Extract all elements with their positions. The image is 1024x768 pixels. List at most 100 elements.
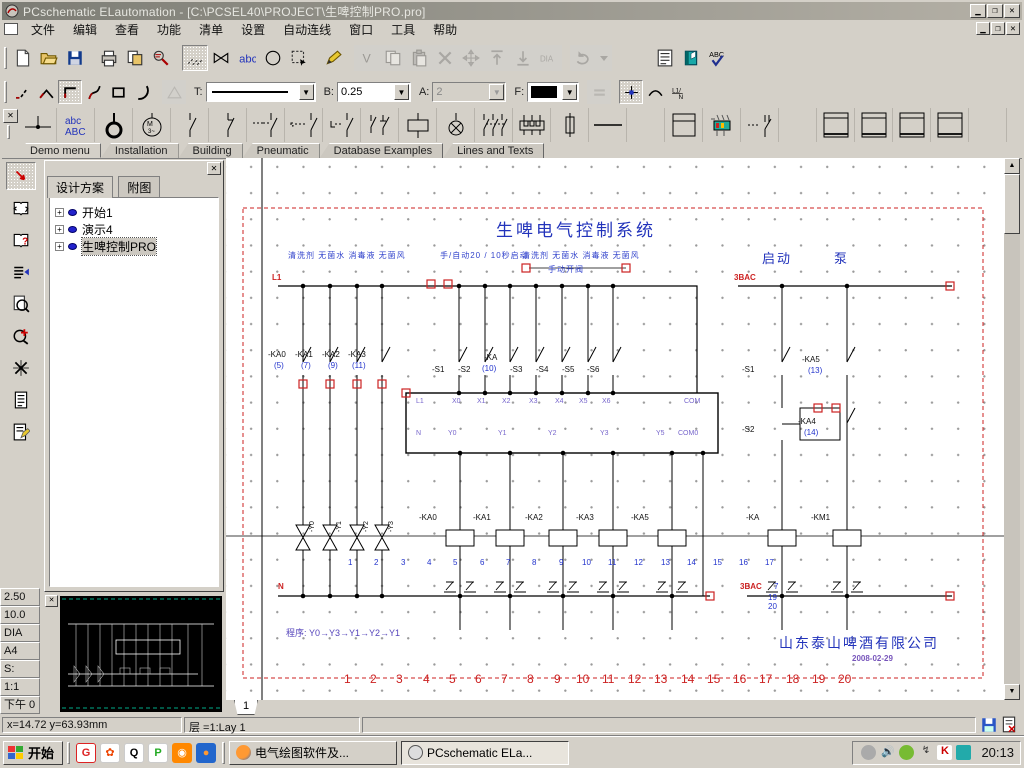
green-parrot-icon[interactable]: P <box>148 742 169 763</box>
vertical-scrollbar[interactable]: ▲ ▼ <box>1004 158 1020 700</box>
rectangle-button[interactable] <box>106 80 130 104</box>
grid-value[interactable]: 10.0 <box>0 606 40 624</box>
scale-value[interactable]: 1:1 <box>0 678 40 696</box>
save-status-icon[interactable] <box>980 716 998 734</box>
tab-building[interactable]: Building <box>178 143 243 158</box>
tab-database-examples[interactable]: Database Examples <box>319 143 444 158</box>
symbol-terminal-box-4[interactable] <box>931 108 969 142</box>
symbol-aux-contact[interactable] <box>741 108 779 142</box>
help-book-button[interactable] <box>6 226 36 254</box>
line-type-select[interactable]: ▼ <box>205 82 316 102</box>
symbol-nc-contact[interactable] <box>209 108 247 142</box>
symbol-motor[interactable] <box>133 108 171 142</box>
snap-value[interactable]: 2.50 <box>0 588 40 606</box>
symbol-thermal-relay[interactable] <box>513 108 551 142</box>
tab-demo-menu[interactable]: Demo menu <box>16 143 101 158</box>
symbol-fuse[interactable] <box>551 108 589 142</box>
symbol-contact-2[interactable] <box>285 108 323 142</box>
firefox-icon[interactable]: ● <box>196 742 217 763</box>
tab-design-projects[interactable]: 设计方案 <box>47 176 114 198</box>
symbol-terminal-box-1[interactable] <box>817 108 855 142</box>
scale-label[interactable]: S: <box>0 660 40 678</box>
find-symbol-button[interactable] <box>148 45 174 71</box>
page-tab-1[interactable]: 1 <box>234 700 258 715</box>
print-copies-button[interactable] <box>122 45 148 71</box>
expand-icon[interactable]: + <box>55 225 64 234</box>
document-icon[interactable] <box>4 23 18 35</box>
menu-list-button[interactable] <box>6 258 36 286</box>
mouse-tray-icon[interactable] <box>861 745 877 760</box>
symbol-empty-3[interactable] <box>969 108 1007 142</box>
color-select[interactable]: ▼ <box>527 82 580 102</box>
menu-help[interactable]: 帮助 <box>424 19 466 40</box>
network-tray-icon[interactable]: ↯ <box>918 745 934 760</box>
camera-tray-icon[interactable] <box>956 745 972 760</box>
dia-mode-value[interactable]: DIA <box>0 624 40 642</box>
line-angled-button[interactable] <box>34 80 58 104</box>
symbol-lamp[interactable] <box>437 108 475 142</box>
tree-item-beer-control[interactable]: + 生啤控制PRO <box>52 237 216 256</box>
symbol-terminal-box-3[interactable] <box>893 108 931 142</box>
line-corner-button[interactable] <box>58 80 82 104</box>
symbol-box[interactable] <box>665 108 703 142</box>
symbol-empty-1[interactable] <box>627 108 665 142</box>
zoom-page-button[interactable] <box>6 290 36 318</box>
toolbar-grip-2[interactable] <box>4 81 7 103</box>
symbol-earth[interactable] <box>95 108 133 142</box>
symbol-empty-2[interactable] <box>779 108 817 142</box>
page-preview-thumbnail[interactable] <box>60 596 222 712</box>
open-button[interactable] <box>36 45 62 71</box>
menu-settings[interactable]: 设置 <box>232 19 274 40</box>
area-mode-button[interactable] <box>286 45 312 71</box>
minimize-button[interactable]: ▁ <box>970 4 986 18</box>
expand-icon[interactable]: + <box>55 208 64 217</box>
tab-pneumatic[interactable]: Pneumatic <box>242 143 320 158</box>
object-data-button[interactable] <box>6 386 36 414</box>
spellcheck-button[interactable] <box>704 45 730 71</box>
object-lists-button[interactable] <box>652 45 678 71</box>
arc-button[interactable] <box>130 80 154 104</box>
junction-button[interactable] <box>619 80 644 104</box>
tree-item-start1[interactable]: + 开始1 <box>52 204 216 221</box>
menu-window[interactable]: 窗口 <box>340 19 382 40</box>
palette-grip[interactable] <box>7 125 10 139</box>
symbols-mode-button[interactable] <box>208 45 234 71</box>
zoom-in-button[interactable] <box>6 322 36 350</box>
symbol-three-pole[interactable] <box>475 108 513 142</box>
zoom-all-button[interactable] <box>6 354 36 382</box>
symbol-contact-3[interactable] <box>323 108 361 142</box>
expand-icon[interactable]: + <box>55 242 64 251</box>
tab-attached-drawings[interactable]: 附图 <box>118 176 161 198</box>
tab-lines-and-texts[interactable]: Lines and Texts <box>443 143 545 158</box>
tree-item-label[interactable]: 生啤控制PRO <box>80 237 158 256</box>
mdi-close-button[interactable]: ✕ <box>1006 22 1020 35</box>
scroll-down-icon[interactable]: ▼ <box>1004 684 1020 700</box>
symbol-contact-4[interactable] <box>361 108 399 142</box>
toolbar-grip[interactable] <box>4 47 7 69</box>
maximize-button[interactable]: ❐ <box>987 4 1003 18</box>
symbol-motor-starter[interactable] <box>703 108 741 142</box>
scrollbar-thumb[interactable] <box>1004 174 1020 234</box>
green-ball-tray-icon[interactable] <box>899 745 915 760</box>
orange-box-icon[interactable]: ◉ <box>172 742 193 763</box>
line-dashed-button[interactable] <box>10 80 34 104</box>
menu-functions[interactable]: 功能 <box>148 19 190 40</box>
menu-edit[interactable]: 编辑 <box>64 19 106 40</box>
save-button[interactable] <box>62 45 88 71</box>
qq-penguin-icon[interactable]: Q <box>124 742 145 763</box>
close-doc-icon[interactable] <box>1000 716 1018 734</box>
edit-data-button[interactable] <box>6 418 36 446</box>
start-button[interactable]: 开始 <box>3 740 64 765</box>
paper-size-value[interactable]: A4 <box>0 642 40 660</box>
drawing-canvas[interactable]: 生啤电气控制系统 清洗剂 无菌水 消毒液 无菌风 手/自动20 / 10秒启动 清洗剂… <box>226 158 1004 700</box>
draw-pencil-button[interactable] <box>320 45 346 71</box>
volume-tray-icon[interactable]: 🔊 <box>880 745 896 760</box>
menu-lists[interactable]: 清单 <box>190 19 232 40</box>
mdi-minimize-button[interactable]: ▁ <box>976 22 990 35</box>
title-bar[interactable]: PCschematic ELautomation - [C:\PCSEL40\P… <box>2 2 1022 20</box>
red-g-icon[interactable]: G <box>76 742 97 763</box>
tree-item-label[interactable]: 演示4 <box>82 221 113 238</box>
kaspersky-tray-icon[interactable]: K <box>937 745 953 760</box>
menu-tools[interactable]: 工具 <box>382 19 424 40</box>
text-mode-button[interactable] <box>234 45 260 71</box>
